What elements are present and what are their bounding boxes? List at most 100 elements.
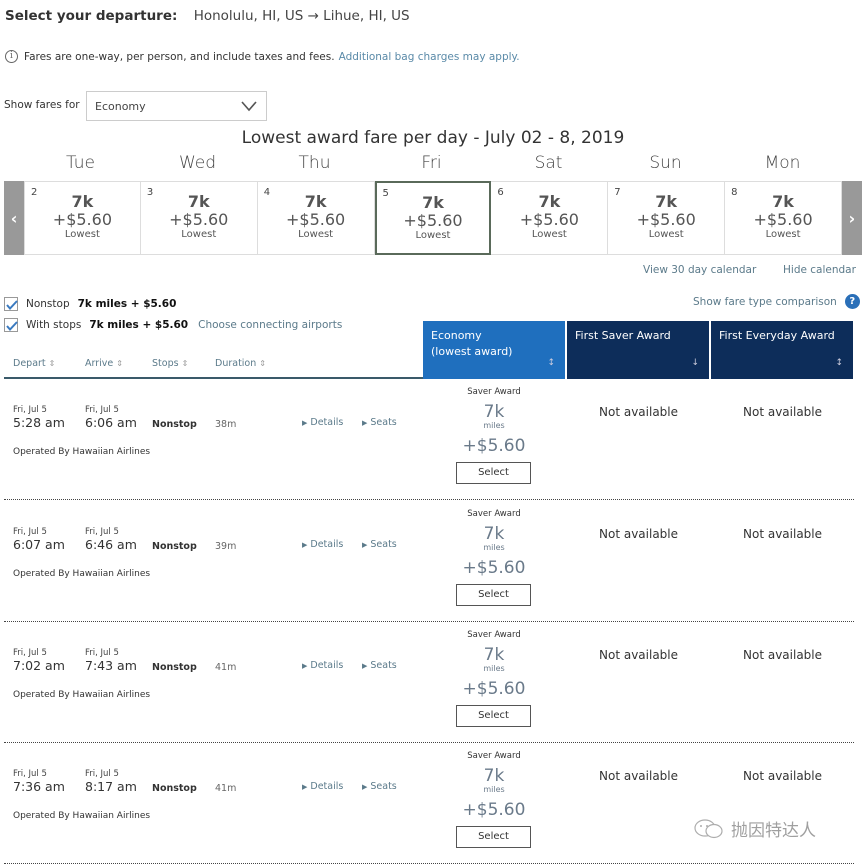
day-number: 3	[146, 187, 154, 198]
fare-tab-title: Economy	[431, 329, 482, 342]
fare-tab-first-everyday[interactable]: First Everyday Award ↕	[711, 321, 853, 379]
day-note: Lowest	[181, 229, 217, 240]
depart-time: 7:02 am	[13, 658, 65, 673]
select-button[interactable]: Select	[456, 705, 531, 727]
award-type: Saver Award	[467, 509, 521, 519]
arrive-date: Fri, Jul 5	[85, 648, 119, 658]
calendar-strip: ‹ 2 7k +$5.60 Lowest 3 7k +$5.60 Lowest …	[4, 181, 862, 255]
day-number: 8	[731, 187, 738, 198]
caret-right-icon: ▶	[302, 662, 308, 670]
checkmark-icon	[6, 321, 18, 331]
route-text: Honolulu, HI, US → Lihue, HI, US	[193, 8, 410, 24]
depart-time: 5:28 am	[13, 415, 65, 430]
day-tax: +$5.60	[753, 210, 813, 229]
day-name: Sat	[534, 153, 563, 173]
details-link[interactable]: ▶ Details	[302, 539, 343, 550]
day-tax: +$5.60	[519, 210, 579, 229]
sort-depart[interactable]: Depart ⇕	[13, 358, 55, 369]
day-name: Fri	[421, 153, 442, 173]
fare-comparison: Show fare type comparison ?	[693, 294, 860, 309]
seats-link[interactable]: ▶ Seats	[362, 417, 397, 428]
calendar-next-button[interactable]: ›	[841, 181, 862, 255]
nonstop-label: Nonstop	[26, 298, 70, 310]
depart-date: Fri, Jul 5	[13, 405, 47, 415]
duration-header: Duration	[215, 358, 257, 369]
calendar-day-cell[interactable]: 2 7k +$5.60 Lowest	[23, 181, 141, 255]
award-tax: +$5.60	[462, 558, 526, 578]
sort-stops[interactable]: Stops ⇕	[152, 358, 188, 369]
day-miles: 7k	[304, 192, 327, 211]
day-tax: +$5.60	[636, 210, 696, 229]
fare-tab-first-saver[interactable]: First Saver Award ↓	[567, 321, 709, 379]
checkmark-icon	[6, 300, 18, 310]
calendar-day-cell[interactable]: 3 7k +$5.60 Lowest	[140, 181, 258, 255]
award-miles: 7k	[483, 524, 505, 544]
fare-tab-economy[interactable]: Economy (lowest award) ↕	[423, 321, 565, 379]
sort-icon: ↕	[835, 358, 843, 368]
seats-link[interactable]: ▶ Seats	[362, 660, 397, 671]
details-link[interactable]: ▶ Details	[302, 417, 343, 428]
sort-icon: ⇕	[181, 359, 189, 368]
depart-date: Fri, Jul 5	[13, 648, 47, 658]
with-stops-checkbox[interactable]	[4, 318, 18, 332]
caret-right-icon: ▶	[362, 662, 368, 670]
first-everyday-status: Not available	[743, 769, 823, 783]
day-name: Sun	[649, 153, 682, 173]
day-miles: 7k	[71, 192, 94, 211]
details-label: Details	[310, 539, 344, 550]
day-miles: 7k	[187, 192, 210, 211]
day-note: Lowest	[298, 229, 334, 240]
stops-header: Stops	[152, 358, 179, 369]
day-number: 6	[497, 187, 504, 198]
day-number: 5	[382, 188, 389, 199]
details-link[interactable]: ▶ Details	[302, 781, 343, 792]
select-button[interactable]: Select	[456, 462, 531, 484]
day-tax: +$5.60	[403, 211, 463, 230]
calendar-day-cell[interactable]: 8 7k +$5.60 Lowest	[725, 181, 842, 255]
select-button[interactable]: Select	[456, 826, 531, 848]
seats-link[interactable]: ▶ Seats	[362, 539, 397, 550]
sort-arrive[interactable]: Arrive ⇕	[85, 358, 123, 369]
seats-link[interactable]: ▶ Seats	[362, 781, 397, 792]
first-everyday-status: Not available	[743, 527, 823, 541]
sort-duration[interactable]: Duration ⇕	[215, 358, 266, 369]
calendar-prev-button[interactable]: ‹	[4, 181, 24, 255]
seats-label: Seats	[370, 781, 397, 792]
day-miles: 7k	[422, 193, 444, 212]
day-note: Lowest	[64, 229, 100, 240]
fare-class-select[interactable]: Economy	[86, 91, 267, 121]
caret-right-icon: ▶	[302, 541, 308, 549]
first-saver-status: Not available	[599, 527, 679, 541]
day-miles: 7k	[772, 192, 794, 211]
show-fare-comparison-link[interactable]: Show fare type comparison	[693, 296, 837, 308]
calendar-title: Lowest award fare per day - July 02 - 8,…	[241, 128, 625, 148]
fare-info: i Fares are one-way, per person, and inc…	[5, 50, 520, 63]
day-tax: +$5.60	[52, 210, 112, 229]
day-miles: 7k	[655, 192, 678, 211]
award-miles: 7k	[483, 766, 505, 786]
choose-connecting-airports-link[interactable]: Choose connecting airports	[198, 319, 342, 331]
hide-calendar-link[interactable]: Hide calendar	[783, 264, 856, 276]
calendar-day-cell[interactable]: 6 7k +$5.60 Lowest	[491, 181, 609, 255]
first-saver-status: Not available	[599, 648, 679, 662]
watermark-text: 抛因特达人	[731, 821, 816, 841]
nonstop-checkbox[interactable]	[4, 297, 18, 311]
flight-row: Fri, Jul 5 5:28 am Fri, Jul 5 6:06 am Nonsto…	[4, 379, 854, 500]
calendar-day-cell[interactable]: 4 7k +$5.60 Lowest	[257, 181, 375, 255]
caret-right-icon: ▶	[302, 419, 308, 427]
info-text: Fares are one-way, per person, and inclu…	[24, 50, 335, 63]
help-icon[interactable]: ?	[844, 294, 860, 309]
award-type: Saver Award	[467, 751, 521, 761]
select-button[interactable]: Select	[456, 584, 531, 606]
depart-time: 7:36 am	[13, 779, 65, 794]
arrive-time: 6:46 am	[85, 537, 137, 552]
view-30-day-calendar-link[interactable]: View 30 day calendar	[643, 264, 756, 276]
bag-charges-link[interactable]: Additional bag charges may apply.	[339, 51, 520, 63]
details-link[interactable]: ▶ Details	[302, 660, 343, 671]
calendar-day-cell[interactable]: 7 7k +$5.60 Lowest	[608, 181, 726, 255]
details-label: Details	[310, 417, 344, 428]
fare-tab-title: First Saver Award	[575, 329, 671, 342]
nonstop-filter: Nonstop 7k miles + $5.60	[4, 297, 176, 311]
day-name: Mon	[764, 153, 801, 173]
calendar-day-cell-selected[interactable]: 5 7k +$5.60 Lowest	[374, 181, 492, 255]
